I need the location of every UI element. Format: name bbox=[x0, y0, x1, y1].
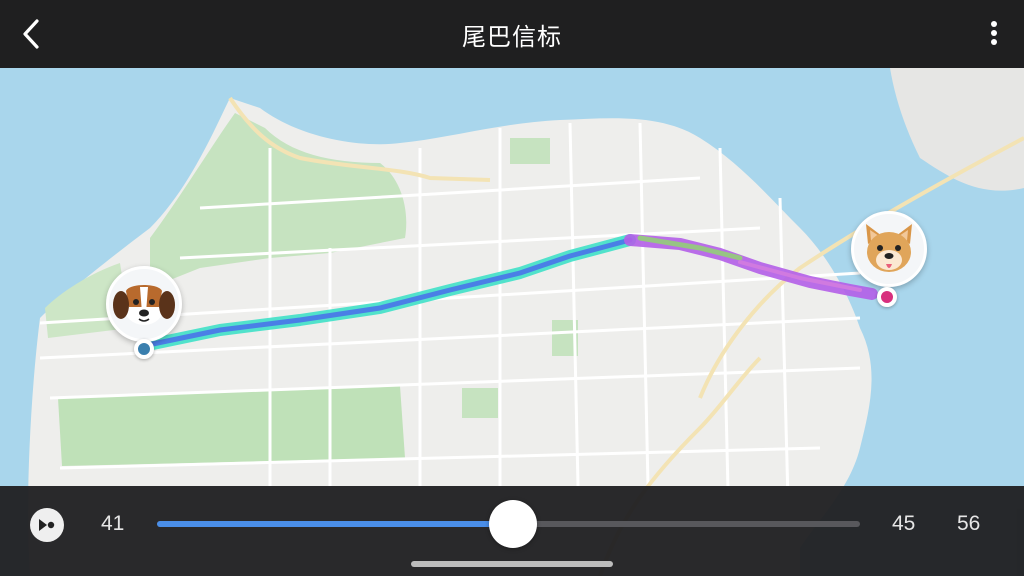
more-button[interactable] bbox=[986, 16, 1002, 52]
page-title: 尾巴信标 bbox=[462, 22, 562, 51]
play-button[interactable] bbox=[30, 508, 64, 542]
play-pause-icon bbox=[39, 519, 55, 531]
beagle-dog-icon bbox=[106, 266, 182, 342]
playback-progress-fill bbox=[157, 521, 513, 527]
back-button[interactable] bbox=[14, 16, 50, 52]
end-time: 56 bbox=[957, 512, 981, 535]
more-vertical-icon bbox=[991, 21, 997, 45]
start-pin bbox=[134, 339, 154, 359]
end-pin bbox=[877, 287, 897, 307]
playback-slider-thumb[interactable] bbox=[488, 500, 537, 548]
chevron-left-icon bbox=[23, 19, 39, 49]
start-marker[interactable] bbox=[106, 266, 182, 362]
playback-bar: 41 45 56 bbox=[0, 486, 1024, 576]
shiba-dog-icon bbox=[851, 211, 927, 287]
end-marker[interactable] bbox=[851, 211, 927, 309]
park-small-3 bbox=[510, 138, 550, 164]
top-bar: 尾巴信标 bbox=[0, 0, 1024, 68]
park-small-2 bbox=[462, 388, 498, 418]
current-time: 45 bbox=[892, 512, 916, 535]
start-time: 41 bbox=[101, 512, 125, 535]
home-indicator bbox=[411, 561, 613, 567]
park-golden-gate bbox=[58, 386, 405, 466]
